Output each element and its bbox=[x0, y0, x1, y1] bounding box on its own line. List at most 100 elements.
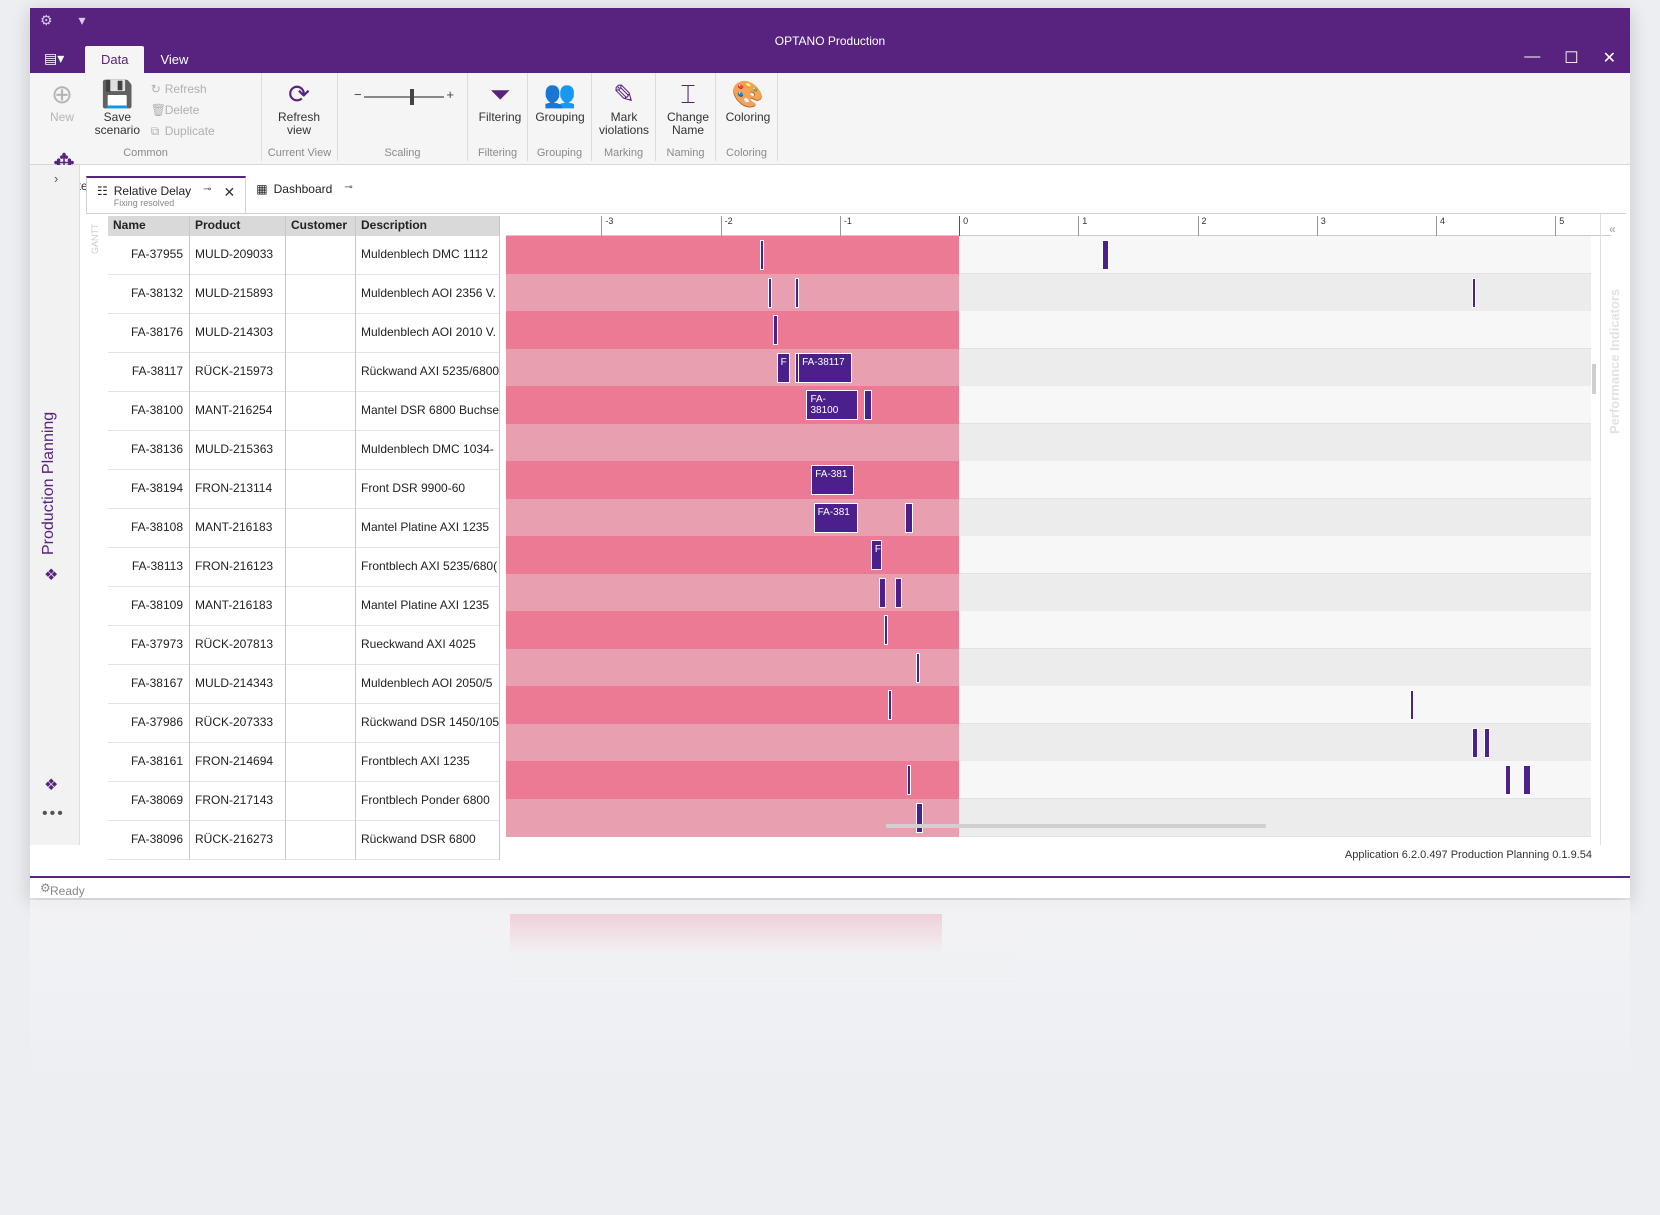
gantt-job-bar[interactable] bbox=[1505, 765, 1512, 795]
new-button[interactable]: ⊕ New bbox=[36, 77, 88, 124]
cell-product: MULD-215893 bbox=[190, 274, 286, 314]
column-header-customer[interactable]: Customer bbox=[286, 216, 356, 236]
gantt-job-bar[interactable] bbox=[759, 240, 764, 270]
cell-product: FRON-214694 bbox=[190, 742, 286, 782]
gantt-job-bar[interactable] bbox=[916, 802, 924, 833]
table-row[interactable]: FA-38194 FRON-213114 Front DSR 9900-60 bbox=[108, 469, 500, 509]
zoom-out-icon[interactable]: − bbox=[354, 87, 362, 102]
file-menu-icon[interactable]: ▤▾ bbox=[44, 50, 64, 67]
delay-region bbox=[506, 386, 960, 424]
quick-access-toolbar: ⚙ ▾ bbox=[40, 12, 107, 29]
slider-thumb[interactable] bbox=[410, 89, 414, 105]
scaling-slider[interactable]: − + bbox=[354, 87, 454, 107]
filtering-button[interactable]: ⏷ Filtering bbox=[474, 77, 526, 124]
axis-tick: -3 bbox=[601, 216, 613, 236]
rename-icon: ⌶ bbox=[680, 79, 696, 109]
gantt-job-bar[interactable] bbox=[887, 690, 892, 720]
cell-customer bbox=[286, 547, 356, 587]
table-row[interactable]: FA-37955 MULD-209033 Muldenblech DMC 1112 bbox=[108, 235, 500, 275]
grouping-button[interactable]: 👥 Grouping bbox=[534, 77, 586, 124]
gantt-job-bar[interactable]: FA-381 bbox=[811, 465, 855, 495]
gantt-job-bar[interactable] bbox=[863, 390, 873, 420]
gantt-job-bar[interactable] bbox=[768, 277, 773, 308]
horizontal-scrollbar[interactable] bbox=[886, 824, 1266, 828]
gantt-row bbox=[506, 686, 1591, 724]
performance-indicators-panel[interactable]: « Performance Indicators bbox=[1600, 214, 1626, 845]
coloring-button[interactable]: 🎨 Coloring bbox=[722, 77, 774, 124]
column-header-description[interactable]: Description bbox=[356, 216, 500, 236]
tab-dashboard[interactable]: ▦ Dashboard ⊸ bbox=[246, 176, 362, 214]
cell-name: FA-38176 bbox=[108, 313, 190, 353]
table-row[interactable]: FA-38167 MULD-214343 Muldenblech AOI 2050/… bbox=[108, 664, 500, 704]
table-row[interactable]: FA-38113 FRON-216123 Frontblech AXI 5235/6… bbox=[108, 547, 500, 587]
cell-name: FA-38167 bbox=[108, 664, 190, 704]
gantt-row bbox=[506, 798, 1591, 837]
dropdown-icon[interactable]: ▾ bbox=[78, 12, 85, 28]
gantt-job-bar[interactable] bbox=[1102, 240, 1110, 270]
settings-icon[interactable]: ⚙ bbox=[40, 12, 53, 28]
maximize-icon[interactable]: ☐ bbox=[1564, 48, 1578, 68]
table-row[interactable]: FA-38069 FRON-217143 Frontblech Ponder 680… bbox=[108, 781, 500, 821]
close-icon[interactable]: ✕ bbox=[1603, 48, 1616, 68]
pin-icon[interactable]: ⊸ bbox=[344, 182, 352, 193]
change-name-button[interactable]: ⌶ Change Name bbox=[662, 77, 714, 137]
column-header-name[interactable]: Name bbox=[108, 216, 190, 236]
table-row[interactable]: FA-37986 RÜCK-207333 Rückwand DSR 1450/105 bbox=[108, 703, 500, 743]
zoom-in-icon[interactable]: + bbox=[446, 87, 454, 102]
vertical-scrollbar[interactable] bbox=[1592, 364, 1596, 394]
refresh-button[interactable]: ↻ Refresh bbox=[151, 79, 215, 100]
pin-icon[interactable]: ⊸ bbox=[203, 184, 211, 195]
gantt-job-bar[interactable]: FA-381 bbox=[813, 502, 858, 533]
tab-relative-delay[interactable]: ☷ Relative Delay Fixing resolved ⊸ ✕ bbox=[86, 176, 247, 214]
gantt-job-bar[interactable] bbox=[1409, 690, 1414, 720]
gantt-job-bar[interactable]: FA-38100 bbox=[806, 390, 858, 420]
modules-icon-bottom[interactable]: ❖ bbox=[44, 775, 58, 795]
cell-name: FA-38069 bbox=[108, 781, 190, 821]
gantt-job-bar[interactable] bbox=[1483, 727, 1490, 758]
gantt-job-bar[interactable] bbox=[905, 502, 913, 533]
gantt-job-bar[interactable] bbox=[894, 577, 902, 608]
table-row[interactable]: FA-38109 MANT-216183 Mantel Platine AXI 12… bbox=[108, 586, 500, 626]
cell-product: MANT-216183 bbox=[190, 586, 286, 626]
gantt-job-bar[interactable]: F bbox=[870, 540, 882, 570]
axis-tick: 5 bbox=[1555, 216, 1564, 236]
chevron-right-icon[interactable]: › bbox=[54, 171, 58, 186]
gantt-job-bar[interactable] bbox=[906, 765, 912, 795]
mark-violations-button[interactable]: ✎ Mark violations bbox=[598, 77, 650, 137]
more-icon[interactable]: ••• bbox=[42, 805, 65, 823]
table-row[interactable]: FA-37973 RÜCK-207813 Rueckwand AXI 4025 bbox=[108, 625, 500, 665]
gantt-job-bar[interactable] bbox=[916, 652, 921, 683]
minimize-icon[interactable]: — bbox=[1524, 48, 1540, 68]
gantt-job-bar[interactable]: F bbox=[776, 352, 790, 383]
table-row[interactable]: FA-38117 RÜCK-215973 Rückwand AXI 5235/680… bbox=[108, 352, 500, 392]
refresh-view-button[interactable]: ⟳ Refresh view bbox=[268, 77, 330, 137]
close-tab-icon[interactable]: ✕ bbox=[224, 184, 236, 201]
save-scenario-button[interactable]: 💾 Save scenario bbox=[91, 77, 143, 137]
gantt-job-bar[interactable] bbox=[883, 615, 888, 645]
delete-button[interactable]: 🗑Delete bbox=[151, 100, 215, 121]
gantt-job-bar[interactable] bbox=[794, 277, 799, 308]
gantt-job-bar[interactable]: FA-38117 bbox=[798, 352, 852, 383]
table-row[interactable]: FA-38161 FRON-214694 Frontblech AXI 1235 bbox=[108, 742, 500, 782]
cell-product: MULD-214303 bbox=[190, 313, 286, 353]
cell-name: FA-38100 bbox=[108, 391, 190, 431]
tab-view[interactable]: View bbox=[144, 46, 204, 73]
refresh-icon: ⟳ bbox=[288, 79, 310, 109]
table-row[interactable]: FA-38100 MANT-216254 Mantel DSR 6800 Buchs… bbox=[108, 391, 500, 431]
gantt-job-bar[interactable] bbox=[879, 577, 887, 608]
table-row[interactable]: FA-38136 MULD-215363 Muldenblech DMC 1034- bbox=[108, 430, 500, 470]
table-row[interactable]: FA-38108 MANT-216183 Mantel Platine AXI 12… bbox=[108, 508, 500, 548]
future-region bbox=[959, 386, 1591, 424]
modules-icon[interactable]: ❖ bbox=[44, 565, 58, 585]
tab-data[interactable]: Data bbox=[85, 46, 145, 73]
gantt-job-bar[interactable] bbox=[1523, 765, 1532, 795]
table-row[interactable]: FA-38132 MULD-215893 Muldenblech AOI 2356 … bbox=[108, 274, 500, 314]
chevron-left-double-icon[interactable]: « bbox=[1609, 222, 1616, 236]
production-planning-nav[interactable]: Production Planning bbox=[40, 412, 58, 555]
gantt-job-bar[interactable] bbox=[1471, 277, 1476, 308]
gantt-job-bar[interactable] bbox=[773, 315, 778, 345]
duplicate-button[interactable]: ⧉ Duplicate bbox=[151, 121, 215, 142]
gantt-job-bar[interactable] bbox=[1471, 727, 1478, 758]
column-header-product[interactable]: Product bbox=[190, 216, 286, 236]
table-row[interactable]: FA-38176 MULD-214303 Muldenblech AOI 2010 … bbox=[108, 313, 500, 353]
